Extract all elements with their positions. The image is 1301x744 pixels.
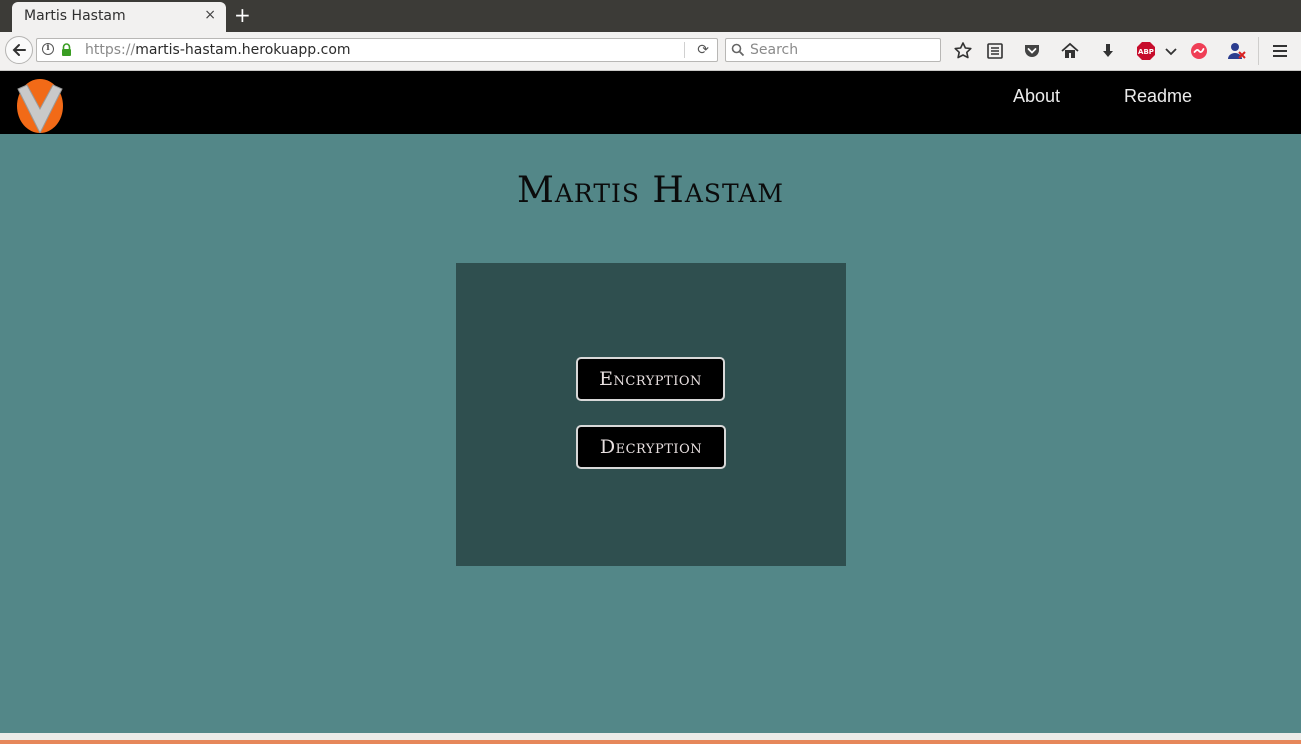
search-bar[interactable]: Search — [725, 38, 941, 62]
url-text[interactable]: https://martis-hastam.herokuapp.com — [85, 42, 351, 58]
action-panel: Encryption Decryption — [456, 263, 846, 566]
site-info-icon[interactable]: i — [42, 43, 54, 55]
search-icon — [731, 43, 745, 57]
back-arrow-icon — [12, 44, 26, 56]
url-bar[interactable]: i https://martis-hastam.herokuapp.com ⟳ — [36, 38, 718, 62]
home-icon[interactable] — [1060, 41, 1080, 61]
download-icon[interactable] — [1098, 41, 1118, 61]
dropdown-arrow-icon[interactable] — [1161, 41, 1181, 61]
browser-tab[interactable]: Martis Hastam × — [12, 2, 226, 32]
lock-icon[interactable] — [61, 43, 72, 57]
decryption-button[interactable]: Decryption — [576, 425, 726, 469]
site-navbar: About Readme — [0, 71, 1301, 134]
reload-icon[interactable]: ⟳ — [697, 42, 709, 58]
v-logo-icon[interactable] — [14, 75, 66, 133]
adblock-plus-icon[interactable]: ABP — [1136, 41, 1156, 61]
hamburger-menu-icon[interactable] — [1270, 41, 1290, 61]
reader-list-icon[interactable] — [985, 41, 1005, 61]
url-host: martis-hastam.herokuapp.com — [135, 42, 351, 58]
back-button[interactable] — [5, 36, 33, 64]
adblock-label: ABP — [1138, 48, 1154, 56]
toolbar-divider — [1258, 37, 1259, 65]
page-title: Martis Hastam — [517, 170, 784, 211]
nav-link-readme[interactable]: Readme — [1124, 86, 1192, 107]
bookmark-star-icon[interactable] — [953, 41, 973, 61]
browser-toolbar: i https://martis-hastam.herokuapp.com ⟳ … — [0, 32, 1301, 71]
pocket-red-icon[interactable] — [1189, 41, 1209, 61]
tab-close-icon[interactable]: × — [204, 7, 216, 23]
nav-link-about[interactable]: About — [1013, 86, 1060, 107]
account-icon[interactable] — [1227, 41, 1247, 61]
pocket-icon[interactable] — [1022, 41, 1042, 61]
encryption-button[interactable]: Encryption — [576, 357, 725, 401]
new-tab-button[interactable]: + — [234, 3, 251, 27]
browser-tab-bar: Martis Hastam × + — [0, 0, 1301, 32]
url-divider — [684, 42, 685, 58]
tab-title: Martis Hastam — [24, 8, 126, 24]
footer-accent-line — [0, 740, 1301, 744]
search-placeholder: Search — [750, 42, 799, 58]
url-protocol: https:// — [85, 42, 136, 58]
